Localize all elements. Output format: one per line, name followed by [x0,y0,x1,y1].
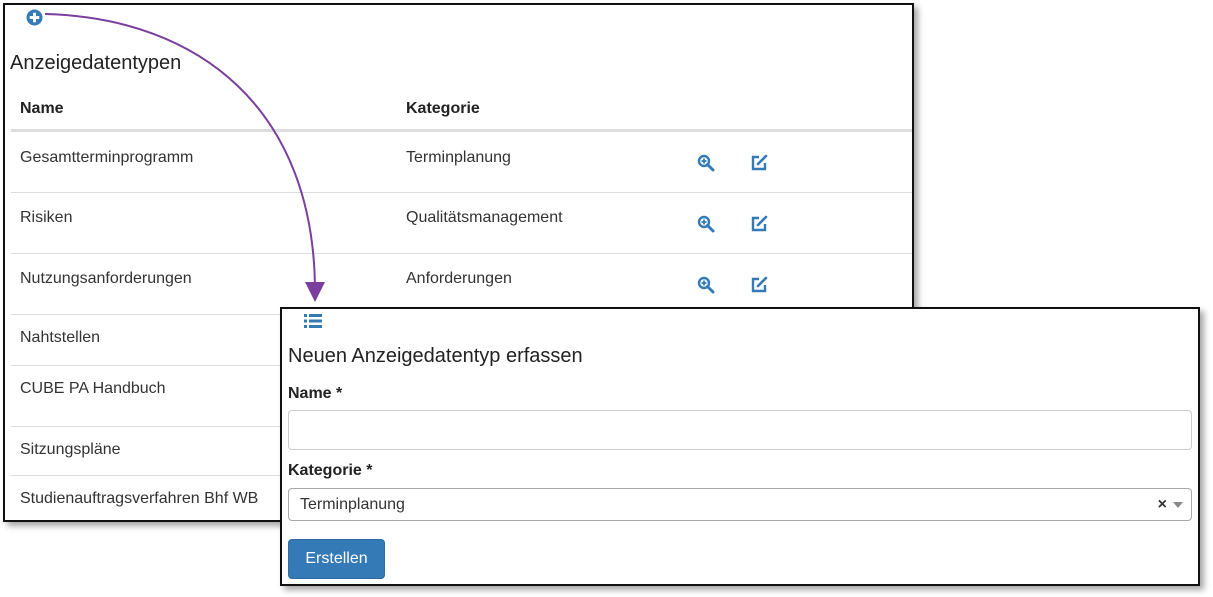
form-title: Neuen Anzeigedatentyp erfassen [288,345,583,367]
clear-selection-icon[interactable]: × [1158,496,1167,514]
list-icon[interactable] [304,313,322,329]
name-label: Name * [288,385,343,402]
category-label: Kategorie * [288,462,373,479]
category-selected-value: Terminplanung [300,496,405,513]
dropdown-arrow-icon[interactable] [1173,502,1183,508]
create-button[interactable]: Erstellen [288,539,385,579]
category-select[interactable]: Terminplanung × [288,488,1192,521]
name-field[interactable] [288,410,1192,450]
create-display-data-type-form: Neuen Anzeigedatentyp erfassen Name * Ka… [280,307,1200,586]
